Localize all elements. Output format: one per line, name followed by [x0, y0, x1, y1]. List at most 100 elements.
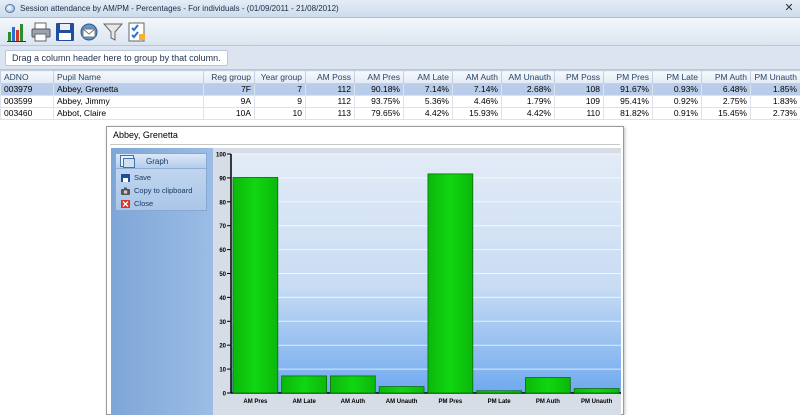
title-bar: Session attendance by AM/PM - Percentage…	[0, 0, 800, 18]
close-graph-button[interactable]: Close	[121, 198, 153, 209]
column-header[interactable]: ADNO	[0, 70, 54, 84]
column-header[interactable]: PM Pres	[603, 70, 653, 84]
y-tick-label: 100	[216, 153, 227, 159]
popup-title: Abbey, Grenetta	[113, 130, 178, 140]
bar	[476, 390, 522, 394]
y-tick-label: 80	[219, 200, 226, 206]
x-tick-label: AM Pres	[243, 399, 268, 405]
cell: 9A	[203, 95, 255, 108]
cell: 10	[254, 107, 306, 120]
cell: 81.82%	[603, 107, 653, 120]
cell: 93.75%	[354, 95, 404, 108]
x-tick-label: PM Pres	[439, 399, 463, 405]
bar	[281, 375, 327, 394]
cell: 1.79%	[501, 95, 555, 108]
cell: 95.41%	[603, 95, 653, 108]
group-by-panel[interactable]: Drag a column header here to group by th…	[0, 46, 800, 70]
column-header[interactable]: Year group	[254, 70, 306, 84]
cell: Abbot, Claire	[53, 107, 204, 120]
column-header[interactable]: PM Poss	[554, 70, 604, 84]
x-tick-label: PM Auth	[536, 399, 560, 405]
table-row[interactable]: 003460 Abbot, Claire 10A 10 113 79.65% 4…	[0, 107, 800, 120]
checklist-icon[interactable]	[126, 21, 148, 43]
cell: 7	[254, 83, 306, 96]
camera-icon	[121, 187, 130, 196]
windows-icon	[120, 155, 135, 168]
column-header[interactable]: AM Unauth	[501, 70, 555, 84]
column-header[interactable]: AM Pres	[354, 70, 404, 84]
cell: 108	[554, 83, 604, 96]
cell: 90.18%	[354, 83, 404, 96]
y-tick-label: 0	[223, 392, 227, 398]
copy-to-clipboard-button[interactable]: Copy to clipboard	[121, 185, 192, 196]
bar-chart: 0 10 20 30 40 50 60 70 80 90 100 AM Pres AM Late AM A…	[216, 153, 621, 405]
graph-menu-header[interactable]: Graph	[116, 154, 206, 169]
cell: 1.85%	[750, 83, 800, 96]
bar	[330, 375, 376, 394]
cell: 0.93%	[652, 83, 702, 96]
column-header[interactable]: PM Late	[652, 70, 702, 84]
graph-popup: Abbey, Grenetta Graph Save Copy to clipb…	[106, 126, 624, 415]
save-icon[interactable]	[54, 21, 76, 43]
y-tick-label: 40	[219, 296, 226, 302]
cell: 7.14%	[403, 83, 453, 96]
column-header[interactable]: AM Auth	[452, 70, 502, 84]
cell: 15.93%	[452, 107, 502, 120]
cell: Abbey, Grenetta	[53, 83, 204, 96]
grid-header-row: ADNO Pupil Name Reg group Year group AM …	[0, 70, 800, 84]
cell: 10A	[203, 107, 255, 120]
cell: 2.75%	[701, 95, 751, 108]
table-row[interactable]: 003979 Abbey, Grenetta 7F 7 112 90.18% 7…	[0, 83, 800, 96]
x-tick-label: AM Auth	[341, 399, 366, 405]
x-tick-label: PM Late	[488, 399, 512, 405]
cell: 4.46%	[452, 95, 502, 108]
graph-menu-title: Graph	[146, 157, 169, 166]
save-graph-button[interactable]: Save	[121, 172, 151, 183]
bar	[427, 173, 474, 394]
cell: 0.91%	[652, 107, 702, 120]
column-header[interactable]: Pupil Name	[53, 70, 204, 84]
graph-menu-panel: Graph Save Copy to clipboard Close	[115, 153, 207, 211]
cell: 4.42%	[403, 107, 453, 120]
cell: 003979	[0, 83, 54, 96]
bar	[378, 386, 425, 394]
cell: 91.67%	[603, 83, 653, 96]
bar	[232, 177, 279, 394]
print-icon[interactable]	[30, 21, 52, 43]
graph-sidebar: Graph Save Copy to clipboard Close	[111, 148, 213, 415]
cell: 79.65%	[354, 107, 404, 120]
column-header[interactable]: AM Poss	[305, 70, 355, 84]
cell: 110	[554, 107, 604, 120]
cell: Abbey, Jimmy	[53, 95, 204, 108]
x-tick-label: AM Unauth	[386, 399, 418, 405]
cell: 1.83%	[750, 95, 800, 108]
menu-item-label: Close	[134, 199, 154, 208]
cell: 4.42%	[501, 107, 555, 120]
close-window-button[interactable]: ✕	[782, 2, 796, 15]
y-tick-label: 20	[219, 344, 226, 350]
column-header[interactable]: AM Late	[403, 70, 453, 84]
app-icon	[5, 4, 15, 13]
cell: 15.45%	[701, 107, 751, 120]
y-tick-label: 70	[219, 224, 226, 230]
y-tick-label: 60	[219, 248, 226, 254]
chart-icon[interactable]	[6, 21, 28, 43]
column-header[interactable]: PM Unauth	[750, 70, 800, 84]
column-header[interactable]: PM Auth	[701, 70, 751, 84]
column-header[interactable]: Reg group	[203, 70, 255, 84]
cell: 112	[305, 83, 355, 96]
popup-body: Graph Save Copy to clipboard Close 0 10 …	[111, 148, 621, 415]
x-tick-label: AM Late	[292, 399, 316, 405]
window-title: Session attendance by AM/PM - Percentage…	[20, 4, 339, 13]
cell: 2.68%	[501, 83, 555, 96]
cell: 003460	[0, 107, 54, 120]
cell: 112	[305, 95, 355, 108]
bar	[525, 377, 571, 394]
divider	[110, 144, 620, 145]
cell: 109	[554, 95, 604, 108]
filter-icon[interactable]	[102, 21, 124, 43]
group-by-hint: Drag a column header here to group by th…	[5, 50, 228, 66]
cell: 113	[305, 107, 355, 120]
email-icon[interactable]	[78, 21, 100, 43]
table-row[interactable]: 003599 Abbey, Jimmy 9A 9 112 93.75% 5.36…	[0, 95, 800, 108]
